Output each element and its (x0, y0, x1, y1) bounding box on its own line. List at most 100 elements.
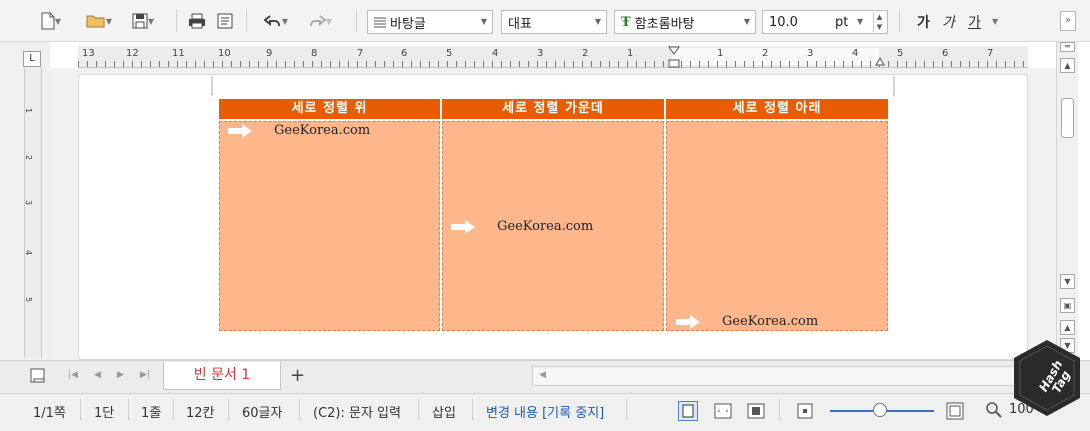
toolbar-separator (356, 10, 357, 32)
style-select[interactable]: 바탕글 ▼ (367, 10, 493, 34)
language-select[interactable]: 대표 ▼ (501, 10, 607, 34)
ruler-label: 9 (266, 48, 273, 59)
zoom-in-icon[interactable] (946, 402, 964, 420)
single-page-view-icon[interactable] (678, 401, 698, 421)
zoom-out-icon[interactable] (797, 403, 813, 419)
new-document-icon[interactable]: ▼ (38, 9, 64, 33)
ruler-label: 3 (537, 48, 544, 59)
bold-button[interactable]: 가 (917, 12, 930, 32)
ruler-label: 11 (172, 48, 185, 59)
arrow-right-icon (676, 314, 700, 329)
ruler-label: 2 (762, 48, 769, 59)
status-separator (626, 399, 627, 421)
ruler-label: 4 (852, 48, 859, 59)
column-divider (440, 99, 442, 331)
status-line: 1줄 (141, 406, 162, 421)
ruler-ticks (78, 61, 1028, 67)
toolbar-overflow-button[interactable]: » (1060, 11, 1076, 31)
toolbar-separator (899, 10, 900, 32)
cell-entry: GeeKorea.com (451, 219, 593, 234)
table-cell-bottom[interactable] (666, 121, 888, 331)
zoom-slider-knob[interactable] (873, 403, 887, 417)
chevron-down-icon: ▼ (594, 17, 601, 26)
preview-icon[interactable] (214, 9, 236, 33)
column-divider (664, 99, 666, 331)
split-handle[interactable]: ═ (1060, 42, 1075, 52)
truetype-font-icon: Ŧ (621, 14, 631, 30)
font-select[interactable]: Ŧ 함초롬바탕 ▼ (614, 10, 756, 34)
last-tab-icon[interactable]: ▶| (140, 370, 150, 380)
scroll-left-icon[interactable]: ◀ (539, 370, 546, 380)
right-indent-marker-icon[interactable] (875, 56, 885, 66)
chevron-down-icon: ▼ (480, 17, 487, 26)
scroll-up-button[interactable]: ▲ (1060, 58, 1075, 73)
save-icon[interactable]: ▼ (126, 9, 160, 33)
vertical-ruler: 1 2 3 4 5 (24, 68, 42, 358)
status-separator (472, 399, 473, 421)
ruler-label: 6 (401, 48, 408, 59)
ruler-label: 1 (627, 48, 634, 59)
insert-mode-toggle[interactable]: 삽입 (432, 402, 456, 421)
status-column: 1단 (94, 406, 115, 421)
ruler-label: 5 (897, 48, 904, 59)
undo-icon[interactable]: ▼ (256, 9, 296, 33)
cell-entry: GeeKorea.com (228, 123, 370, 138)
vruler-label: 2 (24, 154, 34, 161)
vruler-label: 5 (24, 296, 34, 303)
open-folder-icon[interactable]: ▼ (82, 9, 116, 33)
language-select-value: 대표 (508, 16, 532, 32)
toolbar-separator (246, 10, 247, 32)
table-header-cell[interactable]: 세로 정렬 위 (219, 99, 440, 119)
ruler-label: 10 (218, 48, 231, 59)
tab-document-1[interactable]: 빈 문서 1 (163, 362, 281, 390)
magnifier-icon[interactable] (985, 401, 1003, 419)
styled-table[interactable]: 세로 정렬 위 세로 정렬 가운데 세로 정렬 아래 GeeKorea.com … (219, 99, 888, 331)
status-mode: (C2): 문자 입력 (313, 406, 401, 421)
ruler-label: 7 (357, 48, 364, 59)
print-icon[interactable] (186, 9, 208, 33)
indent-marker-icon[interactable] (668, 46, 680, 68)
cell-text: GeeKorea.com (274, 123, 371, 138)
status-position: 12칸 (186, 406, 215, 421)
crop-mark-top-left (211, 76, 213, 96)
font-size-field[interactable]: 10.0 pt ▼ ▲ ▼ (762, 10, 888, 34)
fit-page-icon[interactable] (747, 402, 765, 420)
underline-button[interactable]: 가 (968, 12, 981, 32)
status-separator (80, 399, 81, 421)
track-changes-status[interactable]: 변경 내용 [기록 중지] (486, 402, 604, 421)
style-select-value: 바탕글 (390, 16, 426, 32)
previous-page-button[interactable]: ▲ (1060, 320, 1075, 335)
ruler-label: 3 (807, 48, 814, 59)
table-cell-top[interactable] (219, 121, 440, 331)
scroll-thumb[interactable] (1061, 98, 1074, 138)
status-separator (128, 399, 129, 421)
status-page[interactable]: 1/1쪽 (33, 402, 66, 421)
chevron-down-icon: ▼ (857, 17, 864, 26)
font-size-stepper[interactable]: ▲ ▼ (873, 12, 885, 32)
ruler-label: 8 (311, 48, 318, 59)
font-size-unit: pt (835, 14, 849, 30)
crop-mark-top-right (893, 76, 895, 96)
horizontal-scrollbar[interactable]: ◀ (532, 366, 1056, 386)
vertical-scrollbar[interactable]: ═ ▲ ▼ ▣ ▲ ▼ (1056, 42, 1078, 360)
next-tab-icon[interactable]: ▶ (117, 370, 124, 380)
table-header-cell[interactable]: 세로 정렬 가운데 (442, 99, 664, 119)
cell-text: GeeKorea.com (497, 219, 594, 234)
redo-icon[interactable]: ▼ (300, 9, 340, 33)
prev-tab-icon[interactable]: ◀ (94, 370, 101, 380)
page-view-button[interactable]: ▣ (1060, 298, 1075, 313)
tab-type-button[interactable]: L (23, 51, 41, 67)
scroll-down-button[interactable]: ▼ (1060, 274, 1075, 289)
ruler-label: 1 (717, 48, 724, 59)
italic-button[interactable]: 가 (942, 12, 955, 32)
tab-list-icon[interactable] (30, 368, 46, 384)
vruler-label: 3 (24, 199, 34, 206)
font-size-value: 10.0 (769, 14, 798, 30)
chevron-down-icon: ▼ (743, 17, 750, 26)
chevron-down-icon[interactable]: ▼ (992, 17, 998, 26)
arrow-right-icon (451, 219, 475, 234)
table-header-cell[interactable]: 세로 정렬 아래 (666, 99, 888, 119)
fit-width-icon[interactable] (714, 402, 732, 420)
first-tab-icon[interactable]: |◀ (68, 370, 78, 380)
add-tab-button[interactable]: + (290, 365, 305, 386)
